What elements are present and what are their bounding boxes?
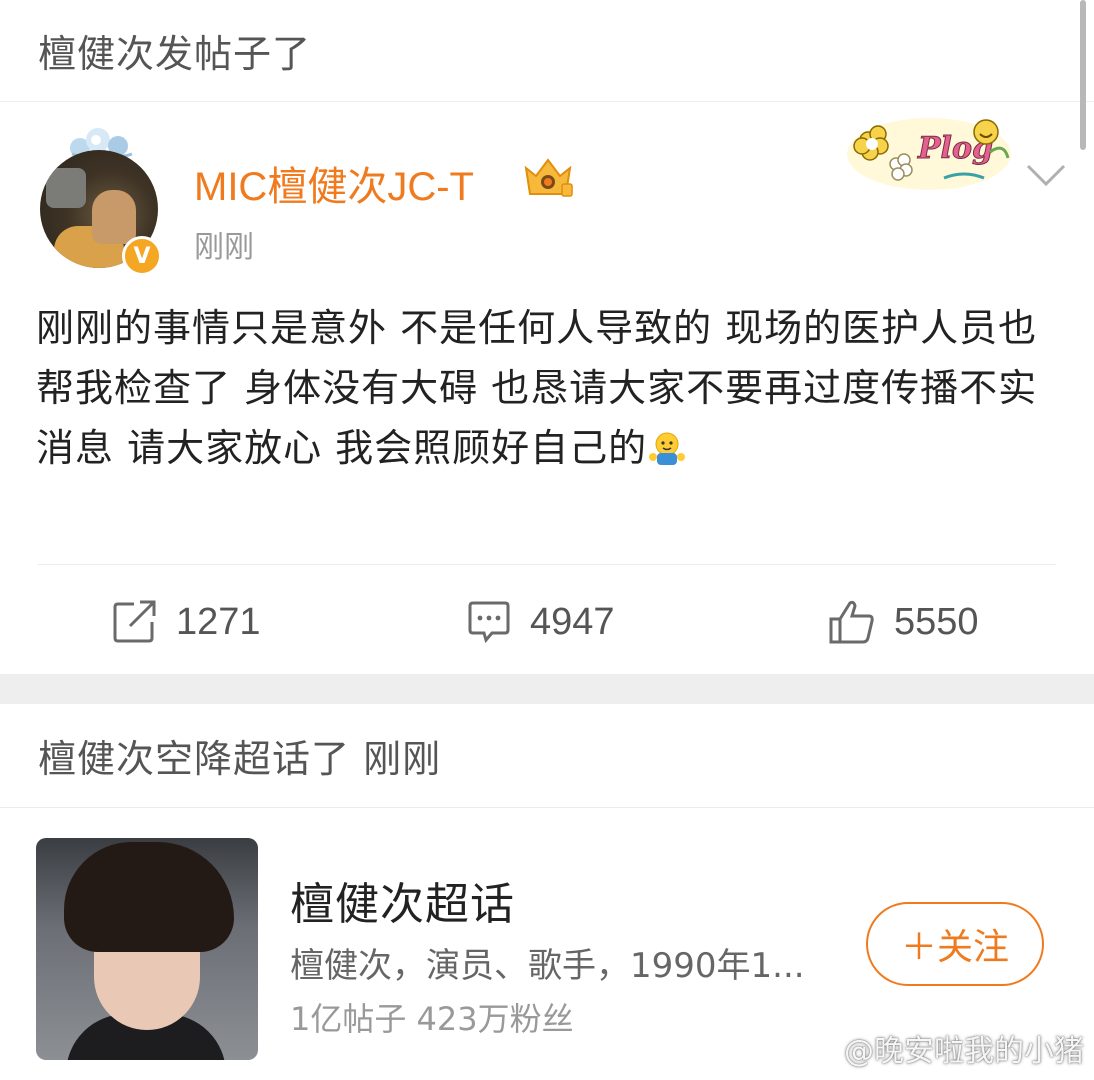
thumbs-up-icon <box>829 600 874 644</box>
super-topic-header-text: 檀健次空降超话了 刚刚 <box>38 737 442 781</box>
follow-button[interactable]: ＋关注 <box>866 902 1044 986</box>
comment-count: 4947 <box>530 600 615 643</box>
avatar-wrap[interactable]: V <box>40 124 180 276</box>
crown-icon[interactable] <box>522 154 574 200</box>
chevron-down-icon[interactable] <box>1024 160 1068 190</box>
watermark: @晚安啦我的小猪 <box>802 1026 1084 1070</box>
page-title: 檀健次发帖子了 <box>38 32 312 76</box>
post-text: 刚刚的事情只是意外 不是任何人导致的 现场的医护人员也帮我检查了 身体没有大碍 … <box>36 284 1058 478</box>
verified-badge: V <box>122 236 162 276</box>
repost-icon <box>113 600 156 643</box>
super-topic-cover[interactable] <box>36 838 258 1060</box>
post-text-body: 刚刚的事情只是意外 不是任何人导致的 现场的医护人员也帮我检查了 身体没有大碍 … <box>36 306 1038 470</box>
like-button[interactable]: 5550 <box>828 592 979 652</box>
post-divider <box>38 564 1056 565</box>
hug-emoji-icon <box>649 432 686 465</box>
username[interactable]: MIC檀健次JC-T <box>194 154 474 212</box>
repost-button[interactable]: 1271 <box>112 592 261 652</box>
like-count: 5550 <box>894 600 979 643</box>
repost-count: 1271 <box>176 600 261 643</box>
super-topic-description: 檀健次，演员、歌手，1990年1... <box>290 946 805 986</box>
section-separator <box>0 674 1094 704</box>
weibo-post: V MIC檀健次JC-T 刚刚 Plog 刚刚的事情只是意外 不是任何人导致的 … <box>0 102 1094 674</box>
follow-button-label: ＋关注 <box>900 927 1009 968</box>
post-actions: 1271 4947 5550 <box>0 592 1094 652</box>
post-timestamp: 刚刚 <box>194 230 254 265</box>
page-header: 檀健次发帖子了 <box>0 0 1094 102</box>
watermark-text: @晚安啦我的小猪 <box>844 1034 1084 1069</box>
comment-icon <box>468 601 510 644</box>
super-topic-header: 檀健次空降超话了 刚刚 <box>0 704 1094 808</box>
super-topic-title[interactable]: 檀健次超话 <box>290 868 515 932</box>
post-header: V MIC檀健次JC-T 刚刚 Plog <box>36 102 1066 284</box>
plog-sticker-icon: Plog <box>847 118 1011 190</box>
super-topic-stats: 1亿帖子 423万粉丝 <box>290 1000 574 1038</box>
comment-button[interactable]: 4947 <box>466 592 615 652</box>
weibo-logo-icon <box>803 1035 840 1063</box>
